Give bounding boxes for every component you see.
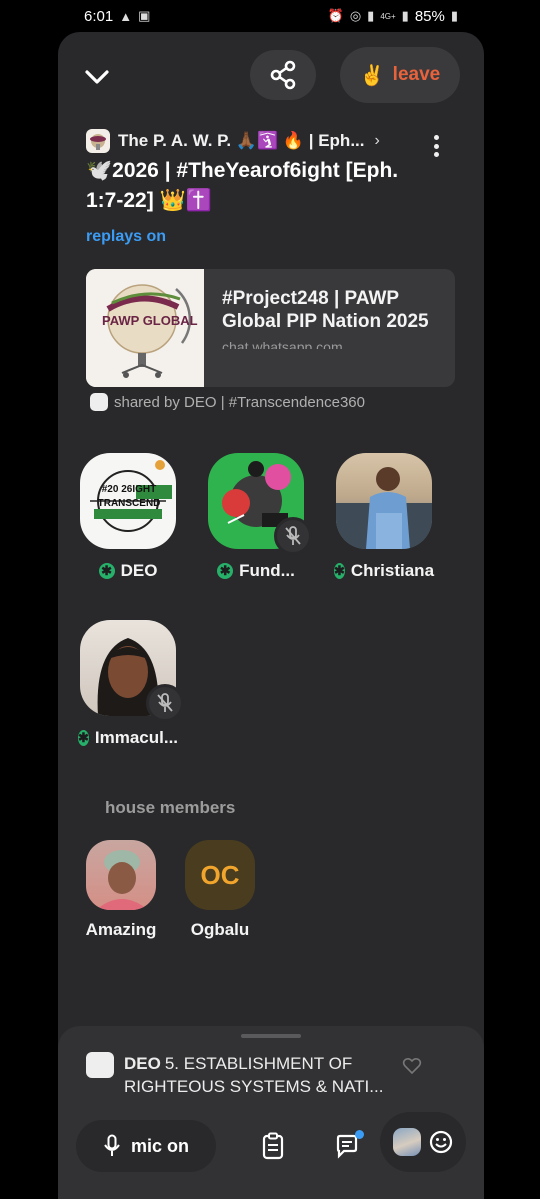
more-icon-dot <box>433 143 439 149</box>
warning-icon: ▲ <box>119 8 133 24</box>
moderator-badge-icon: ✱ <box>98 563 115 579</box>
battery-level: 85% <box>414 7 445 25</box>
clipboard-icon <box>262 1132 284 1160</box>
shared-by-row: shared by DEO | #Transcendence360 <box>90 393 365 411</box>
chat-message: 5. ESTABLISHMENT OF RIGHTEOUS SYSTEMS & … <box>124 1054 384 1096</box>
latest-chat-message[interactable]: DEO 5. ESTABLISHMENT OF RIGHTEOUS SYSTEMS… <box>86 1052 426 1098</box>
signal-icon-2: ▮ <box>401 8 409 23</box>
chat-button[interactable] <box>330 1130 364 1162</box>
status-time: 6:01 <box>84 7 114 25</box>
chevron-down-icon <box>85 70 109 84</box>
speaker-name-row: ✱ Fund... <box>206 561 306 581</box>
heart-icon[interactable] <box>402 1056 422 1076</box>
more-options-button[interactable] <box>428 132 444 160</box>
avatar <box>336 453 432 549</box>
reactions-button[interactable] <box>380 1112 466 1172</box>
chat-panel: DEO 5. ESTABLISHMENT OF RIGHTEOUS SYSTEMS… <box>58 1026 484 1199</box>
speaker-avatar-image: #20 26IGHT TRANSCEND <box>80 453 176 549</box>
status-left: 6:01 ▲ ▣ <box>84 8 150 25</box>
chat-author: DEO <box>124 1054 161 1073</box>
mic-icon <box>104 1134 120 1156</box>
speaker-tile[interactable]: #20 26IGHT TRANSCEND ✱ DEO <box>78 453 178 581</box>
speaker-name-row: ✱ DEO <box>78 561 178 581</box>
status-right: ⏰ ◎ ▮ 4G+ ▮ 85% ▮ <box>328 8 458 25</box>
status-bar: 6:01 ▲ ▣ ⏰ ◎ ▮ 4G+ ▮ 85% ▮ <box>0 0 540 32</box>
mic-off-icon <box>157 693 173 712</box>
speaker-avatar-text: #20 26IGHT TRANSCEND <box>97 484 161 509</box>
link-title: #Project248 | PAWP Global PIP Nation 202… <box>222 288 429 332</box>
chat-text: DEO 5. ESTABLISHMENT OF RIGHTEOUS SYSTEMS… <box>124 1052 426 1098</box>
room-sheet: ✌️ leave The P. A. W. P. 🙏🏾🛐 🔥 | Eph... … <box>58 32 484 1199</box>
minimize-button[interactable] <box>80 60 114 94</box>
member-tile[interactable]: OC Ogbalu <box>175 840 265 940</box>
avatar: #20 26IGHT TRANSCEND <box>80 453 176 549</box>
signal-icon: ▮ <box>367 8 375 23</box>
avatar <box>208 453 312 555</box>
link-text: #Project248 | PAWP Global PIP Nation 202… <box>204 269 455 387</box>
sharer-avatar <box>90 393 108 411</box>
speaker-tile[interactable]: ✱ Christiana <box>333 453 435 581</box>
my-avatar <box>393 1128 421 1156</box>
chat-author-avatar <box>86 1052 114 1078</box>
hotspot-icon: ◎ <box>349 8 362 23</box>
mic-toggle-button[interactable]: mic on <box>76 1120 216 1172</box>
battery-icon: ▮ <box>450 8 458 23</box>
house-members-label: house members <box>105 798 236 817</box>
link-thumbnail: PAWP GLOBAL <box>86 269 204 387</box>
club-name: The P. A. W. P. 🙏🏾🛐 🔥 | Eph... <box>118 131 365 150</box>
pinned-link-card[interactable]: PAWP GLOBAL #Project248 | PAWP Global PI… <box>86 269 455 387</box>
alarm-icon: ⏰ <box>327 8 344 23</box>
speaker-tile[interactable]: ✱ Fund... <box>206 453 312 581</box>
speaker-tile[interactable]: ✱ Immacul... <box>77 620 184 748</box>
shared-by-text: shared by DEO | #Transcendence360 <box>114 393 365 411</box>
more-icon-dot <box>433 152 439 157</box>
muted-mic-badge <box>274 517 312 555</box>
speaker-name-row: ✱ Christiana <box>333 561 435 581</box>
member-name: Ogbalu <box>190 920 250 939</box>
member-tile[interactable]: Amazing <box>76 840 166 940</box>
speaker-name: Immacul... <box>94 728 179 747</box>
member-avatar <box>86 840 156 910</box>
moderator-badge-icon: ✱ <box>217 563 234 579</box>
mic-label: mic on <box>130 1135 189 1156</box>
room-header: The P. A. W. P. 🙏🏾🛐 🔥 | Eph... › 🕊️2026 … <box>86 128 456 216</box>
speaker-name: Christiana <box>350 561 435 580</box>
leave-button[interactable]: ✌️ leave <box>340 47 460 103</box>
network-type: 4G+ <box>380 11 396 21</box>
link-thumbnail-logo: PAWP GLOBAL <box>102 313 198 328</box>
replays-status[interactable]: replays on <box>86 228 166 246</box>
clipboard-button[interactable] <box>258 1130 288 1162</box>
speaker-name: DEO <box>120 561 158 580</box>
avatar <box>80 620 184 722</box>
room-title: 🕊️2026 | #TheYearof6ight [Eph. 1:7-22] 👑… <box>86 159 399 212</box>
moderator-badge-icon: ✱ <box>77 730 89 746</box>
speaker-avatar-image <box>336 453 432 549</box>
emoji-icon <box>429 1130 453 1154</box>
speaker-name-row: ✱ Immacul... <box>77 728 179 748</box>
room-top-bar: ✌️ leave <box>58 47 484 103</box>
member-name: Amazing <box>85 920 157 939</box>
moderator-badge-icon: ✱ <box>333 563 345 579</box>
drag-handle[interactable] <box>241 1034 301 1038</box>
more-icon <box>433 135 439 140</box>
unread-dot <box>355 1130 364 1139</box>
link-url: chat.whatsapp.com <box>222 339 343 349</box>
notification-icon: ▣ <box>138 8 151 23</box>
chevron-right-icon: › <box>374 132 380 149</box>
leave-label: leave <box>392 64 441 85</box>
club-logo <box>86 129 110 153</box>
share-icon <box>270 60 296 90</box>
member-avatar-initials: OC <box>185 840 255 910</box>
peace-hand-icon: ✌️ <box>359 64 385 87</box>
club-link[interactable]: The P. A. W. P. 🙏🏾🛐 🔥 | Eph... › <box>86 128 456 154</box>
mic-off-icon <box>285 526 301 545</box>
muted-mic-badge <box>146 684 184 722</box>
share-button[interactable] <box>250 50 316 100</box>
speaker-name: Fund... <box>239 561 295 580</box>
